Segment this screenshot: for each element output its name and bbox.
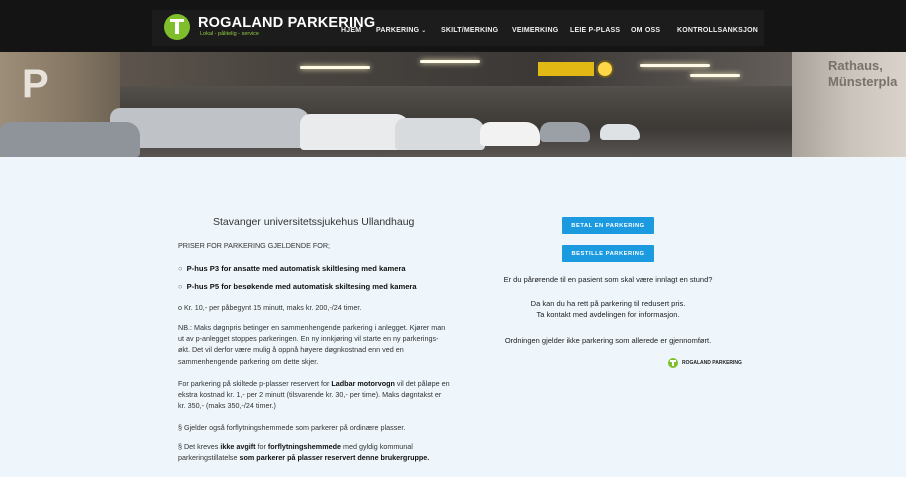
avgift-paragraph: § Det kreves ikke avgift for forflytning…	[178, 441, 450, 463]
ladbar-paragraph: For parkering på skiltede p-plasser rese…	[178, 378, 450, 412]
nb-paragraph: NB.: Maks døgnpris betinger en sammenhen…	[178, 323, 446, 366]
nav-skilt-merking[interactable]: SKILT/MERKING	[441, 27, 498, 34]
hero-car	[0, 122, 140, 157]
note-text: Ordningen gjelder ikke parkering som all…	[504, 336, 712, 345]
ceiling-light	[300, 66, 370, 69]
ceiling-light	[690, 74, 740, 77]
hero-p-letter: P	[22, 62, 49, 106]
avgift-bold-2: forflytningshemmede	[267, 442, 341, 451]
bullet-ring: ○	[178, 264, 183, 273]
page-title: Stavanger universitetssjukehus Ullandhau…	[213, 216, 415, 228]
hero-car	[395, 118, 485, 150]
hero-sign-text: Rathaus, Münsterpla	[828, 58, 897, 90]
rp-logo-icon	[668, 358, 678, 368]
nav-hjem[interactable]: HJEM	[341, 27, 361, 34]
hero-car	[300, 114, 410, 150]
handicap-paragraph: § Gjelder også forflytningshemmede som p…	[178, 423, 406, 432]
hero-car	[110, 108, 310, 148]
pay-parking-button[interactable]: BETAL EN PARKERING	[562, 217, 654, 234]
nav-kontrollsanksjon[interactable]: KONTROLLSANKSJON	[677, 27, 758, 34]
nav-parkering-label: PARKERING	[376, 27, 420, 34]
ladbar-bold: Ladbar motorvogn	[331, 379, 395, 388]
avgift-text-1: § Det kreves	[178, 442, 221, 451]
hero-image-parking-garage: P Rathaus, Münsterpla	[0, 52, 906, 157]
hero-sign-line2: Münsterpla	[828, 74, 898, 89]
list-item-text: P-hus P5 for besøkende med automatisk sk…	[186, 282, 417, 291]
price-text: o Kr. 10,- per påbegynt 15 minutt, maks …	[178, 303, 362, 312]
list-item-text: P-hus P3 for ansatte med automatisk skil…	[186, 264, 406, 273]
hero-sign-lamp	[596, 60, 614, 78]
chevron-down-icon: ⌄	[421, 28, 427, 34]
contact-text: Ta kontakt med avdelingen for informasjo…	[536, 310, 680, 319]
ceiling-light	[420, 60, 480, 63]
hero-sign-line1: Rathaus,	[828, 58, 883, 73]
ladbar-text-pre: For parkering på skiltede p-plasser rese…	[178, 379, 332, 388]
list-item: ○ P-hus P5 for besøkende med automatisk s…	[178, 282, 417, 291]
intro-text: PRISER FOR PARKERING GJELDENDE FOR;	[178, 241, 331, 250]
nav-veimerking[interactable]: VEIMERKING	[512, 27, 558, 34]
reduced-price-text: Da kan du ha rett på parkering til redus…	[530, 299, 686, 308]
hero-car	[540, 122, 590, 142]
nav-parkering[interactable]: PARKERING ⌄	[376, 27, 427, 34]
main-nav: HJEM PARKERING ⌄ SKILT/MERKING VEIMERKING…	[0, 27, 906, 39]
hero-ceiling	[0, 52, 906, 86]
avgift-bold-1: ikke avgift	[220, 442, 256, 451]
bullet-ring: ○	[178, 282, 183, 291]
ceiling-light	[640, 64, 710, 67]
mini-brand-name: ROGALAND PARKERING	[682, 360, 742, 366]
list-item: ○ P-hus P3 for ansatte med automatisk ski…	[178, 264, 406, 273]
nav-leie-p-plass[interactable]: LEIE P-PLASS	[570, 27, 620, 34]
nav-om-oss[interactable]: OM OSS	[631, 27, 660, 34]
relative-question: Er du pårørende til en pasient som skal …	[503, 275, 713, 284]
avgift-bold-3: som parkerer på plasser reservert denne …	[239, 453, 430, 463]
mini-brand-logo: ROGALAND PARKERING	[668, 358, 742, 368]
avgift-text-2: for	[255, 442, 268, 451]
hero-yellow-sign	[538, 62, 594, 76]
hero-car	[600, 124, 640, 140]
order-parking-button[interactable]: BESTILLE PARKERING	[562, 245, 654, 262]
hero-car	[480, 122, 540, 146]
